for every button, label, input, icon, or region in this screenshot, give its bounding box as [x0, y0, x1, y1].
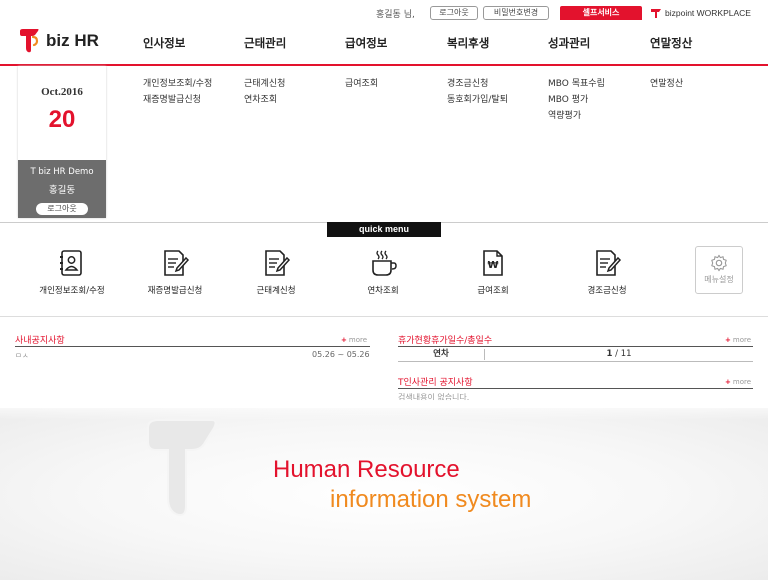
quick-item-label: 재증명발급신청 — [147, 286, 203, 296]
vacation-more-link[interactable]: + more — [725, 336, 751, 344]
submenu-payroll: 급여조회 — [345, 76, 378, 92]
quick-payroll[interactable]: ₩ 급여조회 — [443, 248, 543, 296]
submenu-item[interactable]: MBO 평가 — [548, 92, 605, 108]
vacation-separator: / — [612, 349, 621, 359]
quick-item-label: 경조금신청 — [587, 286, 627, 296]
vacation-count: 1 / 11 — [485, 347, 753, 361]
nav-year-end[interactable]: 연말정산 — [650, 35, 692, 51]
submenu-hr-info: 개인정보조회/수정 재증명발급신청 — [143, 76, 212, 108]
submenu-item[interactable]: 연차조회 — [244, 92, 285, 108]
svg-text:₩: ₩ — [487, 260, 498, 271]
company-name: T biz HR Demo — [30, 167, 94, 177]
hr-notice-more-link[interactable]: + more — [725, 378, 751, 386]
bizpoint-logo-icon — [651, 9, 661, 18]
menu-settings-label: 메뉴설정 — [704, 275, 734, 284]
gear-icon — [711, 254, 727, 272]
quick-personal-info[interactable]: 개인정보조회/수정 — [22, 248, 122, 296]
quick-item-label: 개인정보조회/수정 — [39, 286, 105, 296]
submenu-item[interactable]: MBO 목표수립 — [548, 76, 605, 92]
more-label: more — [732, 378, 752, 386]
current-day: 20 — [48, 106, 76, 133]
nav-attendance[interactable]: 근태관리 — [244, 35, 286, 51]
watermark-logo-icon — [147, 419, 217, 516]
document-edit-icon — [265, 250, 291, 276]
coffee-cup-icon — [372, 250, 397, 276]
user-greeting: 홍길동 님, — [376, 10, 415, 20]
notice-more-link[interactable]: + more — [341, 336, 367, 344]
vacation-type-label: 연차 — [433, 349, 449, 359]
nav-hr-info[interactable]: 인사정보 — [143, 35, 185, 51]
document-edit-icon — [164, 250, 190, 276]
notice-board-divider — [15, 346, 370, 347]
submenu-performance: MBO 목표수립 MBO 평가 역량평가 — [548, 76, 605, 124]
vacation-total: 11 — [620, 349, 632, 359]
user-name: 홍길동 — [48, 185, 76, 196]
menu-settings-button[interactable]: 메뉴설정 — [695, 246, 743, 294]
hero-fade — [0, 400, 768, 420]
vacation-board-title: 휴가현황휴가일수/총일수 — [398, 336, 493, 346]
submenu-item[interactable]: 급여조회 — [345, 76, 378, 92]
hr-notice-title: T인사관리 공지사항 — [398, 378, 473, 388]
user-panel: T biz HR Demo 홍길동 로그아웃 — [18, 160, 106, 218]
hr-notice-divider — [398, 388, 753, 389]
more-label: more — [732, 336, 752, 344]
utility-bar: 홍길동 님, 로그아웃 비밀번호변경 셀프서비스 bizpoint WORKPL… — [0, 4, 768, 22]
id-card-icon — [60, 250, 82, 276]
logout-button[interactable]: 로그아웃 — [430, 6, 478, 20]
submenu-attendance: 근태계신청 연차조회 — [244, 76, 285, 108]
change-password-button[interactable]: 비밀번호변경 — [483, 6, 549, 20]
quick-menu-label: quick menu — [327, 222, 441, 237]
hero-banner: Human Resource information system — [0, 408, 768, 580]
self-service-button[interactable]: 셀프서비스 — [560, 6, 642, 20]
submenu-item[interactable]: 근태계신청 — [244, 76, 285, 92]
nav-payroll[interactable]: 급여정보 — [345, 35, 387, 51]
document-edit-icon — [596, 250, 622, 276]
submenu-welfare: 경조금신청 동호회가입/탈퇴 — [447, 76, 508, 108]
vacation-table: 연차 1 / 11 — [398, 347, 753, 362]
submenu-item[interactable]: 경조금신청 — [447, 76, 508, 92]
quick-congratulation-request[interactable]: 경조금신청 — [557, 248, 657, 296]
quick-item-label: 근태계신청 — [256, 286, 296, 296]
submenu-item[interactable]: 동호회가입/탈퇴 — [447, 92, 508, 108]
section-divider — [0, 316, 768, 317]
submenu-item[interactable]: 재증명발급신청 — [143, 92, 212, 108]
submenu-item[interactable]: 개인정보조회/수정 — [143, 76, 212, 92]
nav-performance[interactable]: 성과관리 — [548, 35, 590, 51]
submenu-year-end: 연말정산 — [650, 76, 683, 92]
card-logout-button[interactable]: 로그아웃 — [36, 203, 88, 215]
won-document-icon: ₩ — [483, 250, 503, 276]
hero-headline: Human Resource — [273, 456, 460, 483]
submenu-item[interactable]: 연말정산 — [650, 76, 683, 92]
notice-board-title: 사내공지사항 — [15, 336, 65, 346]
current-month: Oct.2016 — [41, 86, 83, 98]
quick-certificate-request[interactable]: 재증명발급신청 — [125, 248, 225, 296]
bizpoint-link[interactable]: bizpoint WORKPLACE — [650, 5, 751, 21]
notice-row-title[interactable]: ㅁㅅ — [15, 350, 29, 361]
quick-attendance-request[interactable]: 근태계신청 — [226, 248, 326, 296]
bizpoint-label: bizpoint WORKPLACE — [665, 8, 751, 18]
notice-row-date: 05.26 ~ 05.26 — [312, 350, 370, 359]
main-nav: 인사정보 근태관리 급여정보 복리후생 성과관리 연말정산 — [0, 35, 768, 55]
quick-annual-leave[interactable]: 연차조회 — [333, 248, 433, 296]
quick-item-label: 급여조회 — [477, 286, 509, 296]
more-label: more — [348, 336, 368, 344]
submenu-panel: 개인정보조회/수정 재증명발급신청 근태계신청 연차조회 급여조회 경조금신청 … — [0, 66, 768, 222]
quick-item-label: 연차조회 — [367, 286, 399, 296]
nav-welfare[interactable]: 복리후생 — [447, 35, 489, 51]
date-user-card: Oct.2016 20 T biz HR Demo 홍길동 로그아웃 — [18, 66, 106, 218]
submenu-item[interactable]: 역량평가 — [548, 108, 605, 124]
hero-subheadline: information system — [330, 486, 532, 513]
